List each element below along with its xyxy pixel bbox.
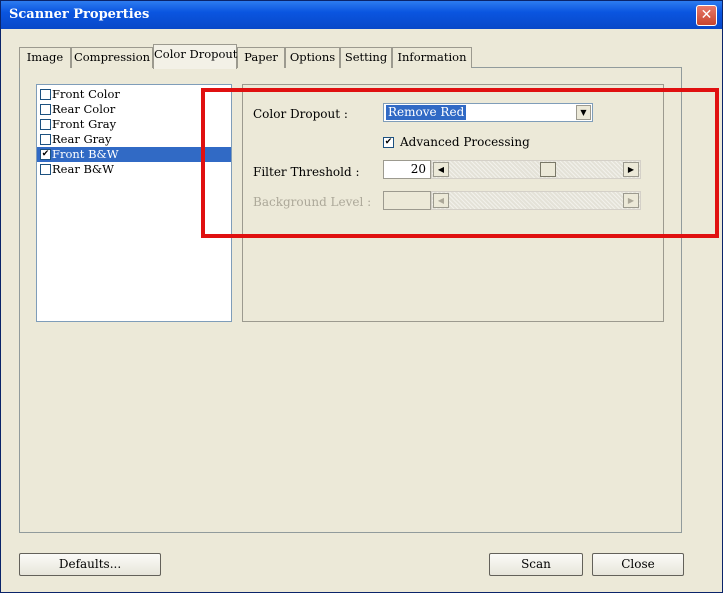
scanner-properties-dialog: Scanner Properties ✕ Image Compression C… [0,0,723,593]
tab-label: Compression [73,50,151,64]
list-item-front-gray[interactable]: Front Gray [37,117,231,132]
image-type-list[interactable]: Front Color Rear Color Front Gray Rear G… [36,84,232,322]
filter-threshold-value[interactable]: 20 [383,160,431,179]
checkbox[interactable] [40,164,51,175]
tab-label: Setting [344,50,388,64]
color-dropout-select[interactable]: Remove Red ▼ [383,103,593,122]
chevron-down-icon[interactable]: ▼ [576,105,591,120]
filter-threshold-slider[interactable]: ◀ ▶ [431,160,641,179]
scan-button[interactable]: Scan [489,553,583,576]
background-level-value [383,191,431,210]
tab-paper[interactable]: Paper [237,47,285,68]
arrow-right-icon: ▶ [623,193,639,208]
checkbox[interactable] [40,134,51,145]
filter-threshold-label: Filter Threshold : [253,165,360,179]
tab-label: Image [26,50,64,64]
tab-options[interactable]: Options [285,47,340,68]
checkbox[interactable] [40,89,51,100]
close-button[interactable]: Close [592,553,684,576]
checkbox[interactable] [40,119,51,130]
advanced-processing-label: Advanced Processing [400,135,530,149]
title-bar[interactable]: Scanner Properties ✕ [1,1,722,29]
list-item-label: Front Color [52,87,120,101]
window-title: Scanner Properties [9,7,150,22]
tab-label: Paper [244,50,278,64]
tab-label: Information [397,50,467,64]
list-item-label: Front Gray [52,117,117,131]
tab-compression[interactable]: Compression [71,47,153,68]
tab-label: Color Dropout [154,47,238,61]
list-item-label: Rear Color [52,102,116,116]
close-icon: ✕ [700,7,713,23]
tab-label: Options [289,50,336,64]
arrow-right-icon[interactable]: ▶ [623,162,639,177]
tab-setting[interactable]: Setting [340,47,392,68]
color-dropout-value: Remove Red [386,105,467,120]
arrow-left-icon: ◀ [433,193,449,208]
tab-color-dropout[interactable]: Color Dropout [153,44,237,69]
slider-thumb[interactable] [540,162,557,177]
list-item-label: Front B&W [52,147,119,161]
advanced-processing-checkbox[interactable]: ✔ Advanced Processing [383,135,530,149]
list-item-rear-gray[interactable]: Rear Gray [37,132,231,147]
checkbox[interactable] [40,104,51,115]
list-item-label: Rear B&W [52,162,114,176]
tab-image[interactable]: Image [19,47,71,68]
background-level-label: Background Level : [253,195,372,209]
tab-information[interactable]: Information [392,47,472,68]
list-item-rear-color[interactable]: Rear Color [37,102,231,117]
check-icon[interactable]: ✔ [40,149,51,160]
list-item-front-color[interactable]: Front Color [37,87,231,102]
list-item-front-bw[interactable]: ✔ Front B&W [37,147,231,162]
close-window-button[interactable]: ✕ [696,5,717,26]
background-level-slider: ◀ ▶ [431,191,641,210]
list-item-rear-bw[interactable]: Rear B&W [37,162,231,177]
color-dropout-label: Color Dropout : [253,107,348,121]
arrow-left-icon[interactable]: ◀ [433,162,449,177]
defaults-button[interactable]: Defaults... [19,553,161,576]
check-icon[interactable]: ✔ [383,136,394,148]
list-item-label: Rear Gray [52,132,112,146]
